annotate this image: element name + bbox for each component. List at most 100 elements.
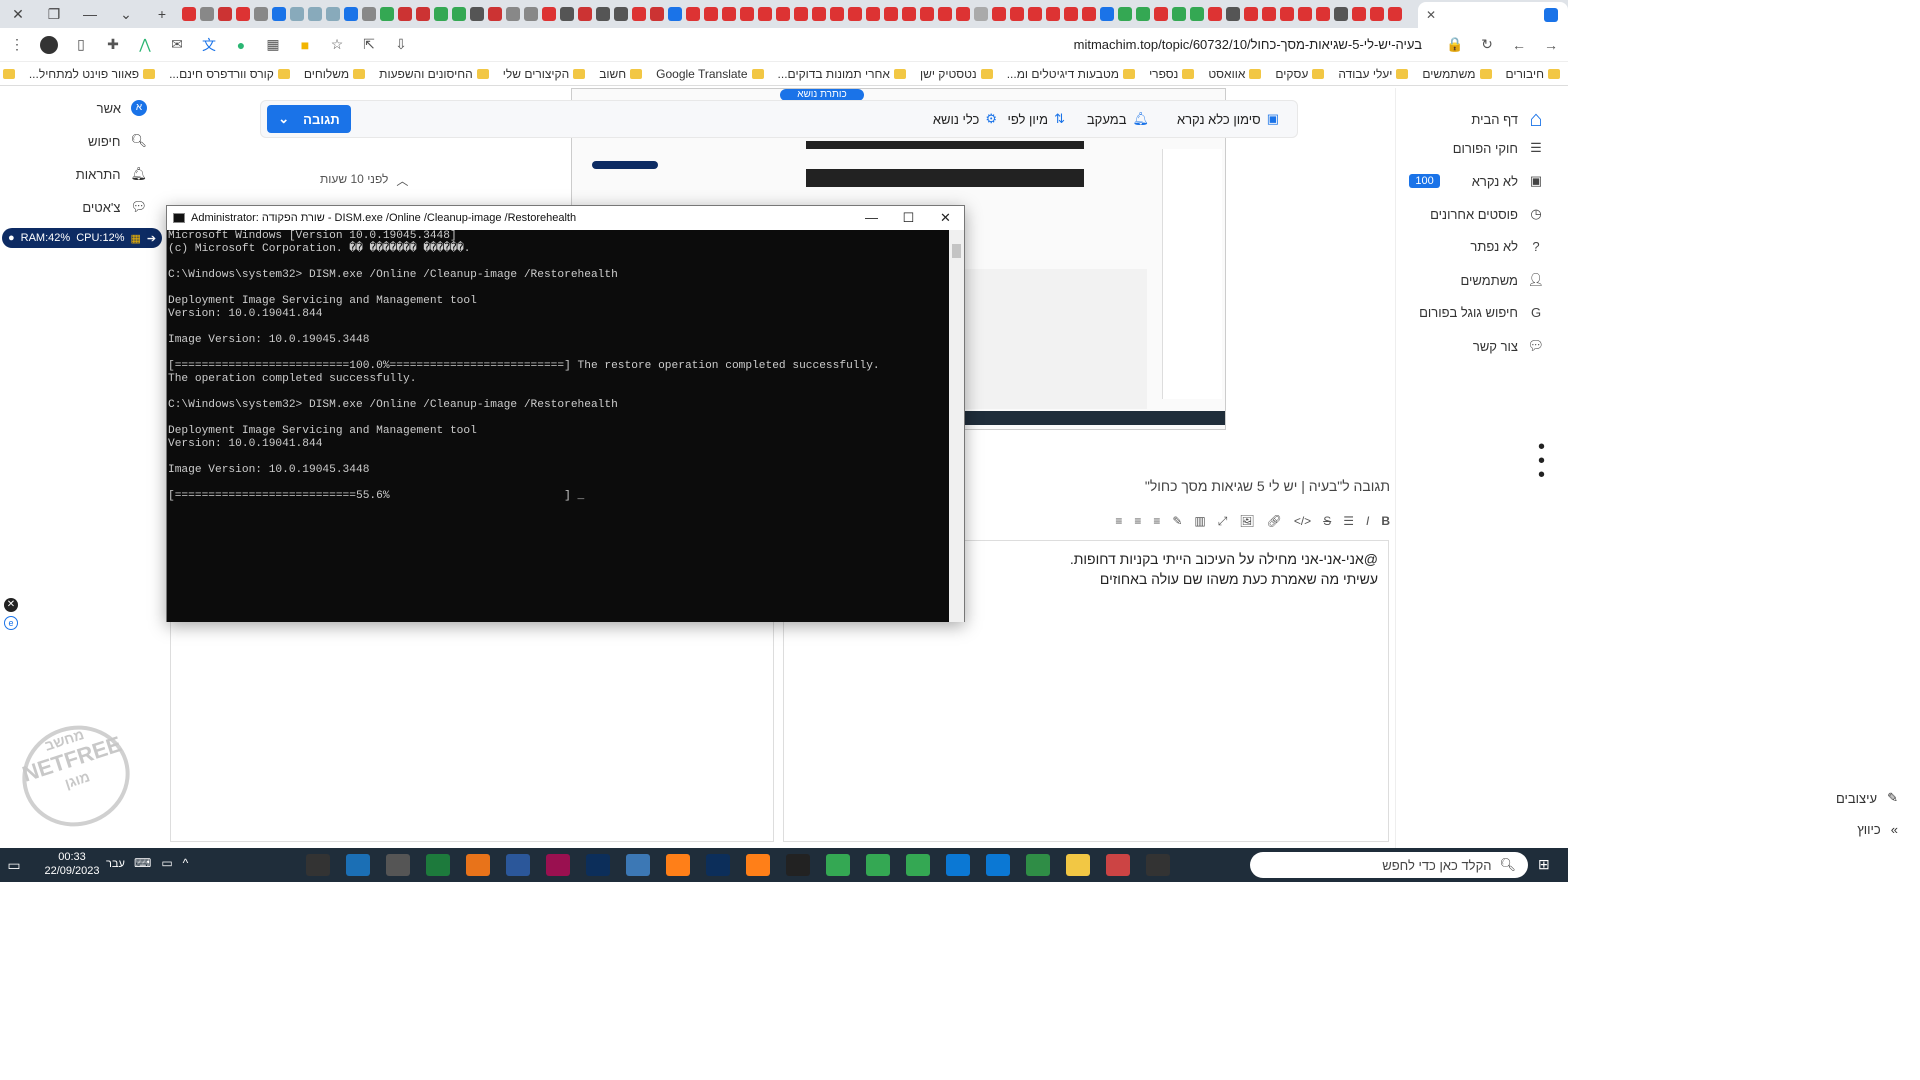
pinned-tab-icon[interactable] xyxy=(830,7,844,21)
bookmark-item[interactable]: חיבורים xyxy=(1506,67,1560,81)
nav-item[interactable]: ? לא נפתר xyxy=(1470,239,1544,254)
pinned-tab-icon[interactable] xyxy=(740,7,754,21)
taskbar-app-icon[interactable] xyxy=(666,854,690,876)
pinned-tab-icon[interactable] xyxy=(1334,7,1348,21)
pinned-tab-icon[interactable] xyxy=(884,7,898,21)
reply-button[interactable]: ⌄ תגובה xyxy=(267,105,351,133)
fullscreen-icon[interactable]: ⤢ xyxy=(1218,514,1228,529)
bookmark-item[interactable]: אוואסט xyxy=(1208,67,1262,81)
bookmark-item[interactable]: מטבעות דיגיטלים ומ... xyxy=(1007,67,1136,81)
bookmark-item[interactable]: פאוור פוינט למתחיל... xyxy=(29,67,156,81)
taskbar-app-icon[interactable] xyxy=(546,854,570,876)
pinned-tab-icon[interactable] xyxy=(398,7,412,21)
chats-link[interactable]: 💬︎ צ'אטים xyxy=(82,199,147,215)
pinned-tab-icon[interactable] xyxy=(416,7,430,21)
pinned-tab-icon[interactable] xyxy=(1370,7,1384,21)
pinned-tab-icon[interactable] xyxy=(1010,7,1024,21)
drafts-link[interactable]: ✎ עיצובים xyxy=(1836,790,1898,806)
pinned-tab-icon[interactable] xyxy=(1154,7,1168,21)
pinned-tab-icon[interactable] xyxy=(452,7,466,21)
extension-circle-icon[interactable]: ● xyxy=(232,37,250,53)
pinned-tab-icon[interactable] xyxy=(1118,7,1132,21)
extension-a-icon[interactable]: ⋀ xyxy=(136,36,154,53)
more-dots-icon[interactable]: • • • xyxy=(1538,437,1545,485)
pinned-tab-icon[interactable] xyxy=(272,7,286,21)
pinned-tab-icon[interactable] xyxy=(524,7,538,21)
topic-tools-button[interactable]: ⚙ כלי נושא xyxy=(933,111,997,127)
pinned-tab-icon[interactable] xyxy=(218,7,232,21)
install-icon[interactable]: ⇩ xyxy=(392,36,410,53)
pinned-tab-icon[interactable] xyxy=(776,7,790,21)
pinned-tab-icon[interactable] xyxy=(1262,7,1276,21)
taskbar-app-icon[interactable] xyxy=(1146,854,1170,876)
taskbar-app-icon[interactable] xyxy=(306,854,330,876)
close-icon[interactable]: ✕ xyxy=(927,206,964,230)
pinned-tab-icon[interactable] xyxy=(956,7,970,21)
pinned-tab-icon[interactable] xyxy=(722,7,736,21)
nav-item[interactable]: ☰ חוקי הפורום xyxy=(1453,140,1544,156)
bookmark-item[interactable]: עסקים xyxy=(1275,67,1325,81)
bookmark-item[interactable]: אחרי תמונות בדוקים... xyxy=(778,67,906,81)
taskbar-app-icon[interactable] xyxy=(346,854,370,876)
lock-icon[interactable]: 🔒 xyxy=(1446,36,1464,53)
taskbar-app-icon[interactable] xyxy=(786,854,810,876)
pinned-tab-icon[interactable] xyxy=(434,7,448,21)
keyboard-icon[interactable]: ⌨ xyxy=(134,856,151,870)
pinned-tab-icon[interactable] xyxy=(920,7,934,21)
close-window-icon[interactable]: ✕ xyxy=(0,6,36,23)
pinned-tab-icon[interactable] xyxy=(1280,7,1294,21)
profile-avatar[interactable] xyxy=(40,35,58,54)
pinned-tab-icon[interactable] xyxy=(1352,7,1366,21)
new-tab-icon[interactable]: + xyxy=(144,6,180,22)
pinned-tab-icon[interactable] xyxy=(506,7,520,21)
nav-item[interactable]: 👤︎ משתמשים xyxy=(1460,272,1544,288)
taskbar-app-icon[interactable] xyxy=(1106,854,1130,876)
pinned-tab-icon[interactable] xyxy=(1172,7,1186,21)
bold-icon[interactable]: B xyxy=(1381,514,1390,528)
pinned-tab-icon[interactable] xyxy=(290,7,304,21)
console-output[interactable]: Microsoft Windows [Version 10.0.19045.34… xyxy=(167,230,950,622)
pinned-tab-icon[interactable] xyxy=(938,7,952,21)
pinned-tab-icon[interactable] xyxy=(488,7,502,21)
pinned-tab-icon[interactable] xyxy=(362,7,376,21)
back-icon[interactable]: ← xyxy=(1510,37,1528,53)
pinned-tab-icon[interactable] xyxy=(794,7,808,21)
tab-search-icon[interactable]: ⌄ xyxy=(108,6,144,23)
restore-window-icon[interactable]: ❐ xyxy=(36,6,72,23)
pinned-tab-icon[interactable] xyxy=(902,7,916,21)
pinned-tab-icon[interactable] xyxy=(596,7,610,21)
taskbar-app-icon[interactable] xyxy=(706,854,730,876)
active-tab[interactable]: ✕ xyxy=(1418,2,1568,28)
start-button-icon[interactable]: ⊞ xyxy=(1538,856,1550,873)
code-icon[interactable]: </> xyxy=(1294,514,1311,528)
pinned-tab-icon[interactable] xyxy=(542,7,556,21)
bookmark-item[interactable]: כל הסימניות xyxy=(0,67,15,81)
nav-item[interactable]: ⌂ דף הבית xyxy=(1471,106,1544,132)
taskbar-app-icon[interactable] xyxy=(386,854,410,876)
post-timestamp[interactable]: ︿ לפני 10 שעות xyxy=(320,172,408,189)
italic-icon[interactable]: I xyxy=(1366,514,1369,528)
nav-item[interactable]: 💬︎ צור קשר xyxy=(1473,338,1544,354)
bookmark-item[interactable]: קורס וורדפרס חינם... xyxy=(169,67,290,81)
pinned-tab-icon[interactable] xyxy=(650,7,664,21)
share-icon[interactable]: ⇱ xyxy=(360,36,378,53)
pinned-tab-icon[interactable] xyxy=(560,7,574,21)
search-link[interactable]: 🔍︎ חיפוש xyxy=(88,133,147,149)
taskbar-app-icon[interactable] xyxy=(466,854,490,876)
bookmark-item[interactable]: יעלי עבודה xyxy=(1338,67,1409,81)
minimize-window-icon[interactable]: — xyxy=(72,6,108,22)
taskbar-app-icon[interactable] xyxy=(1066,854,1090,876)
pinned-tab-icon[interactable] xyxy=(848,7,862,21)
bookmark-item[interactable]: משתמשים xyxy=(1422,67,1492,81)
taskbar-app-icon[interactable] xyxy=(586,854,610,876)
minimize-icon[interactable]: — xyxy=(853,206,890,230)
collapse-link[interactable]: » כיווץ xyxy=(1857,822,1898,837)
reload-icon[interactable]: ↻ xyxy=(1478,36,1496,53)
bookmark-star-icon[interactable]: ☆ xyxy=(328,36,346,53)
extension-mail-icon[interactable]: ✉ xyxy=(168,36,186,53)
taskbar-app-icon[interactable] xyxy=(986,854,1010,876)
taskbar-app-icon[interactable] xyxy=(946,854,970,876)
bookmark-item[interactable]: נספרי xyxy=(1149,67,1195,81)
watching-button[interactable]: 🔔︎ במעקב xyxy=(1087,111,1149,127)
pinned-tab-icon[interactable] xyxy=(812,7,826,21)
